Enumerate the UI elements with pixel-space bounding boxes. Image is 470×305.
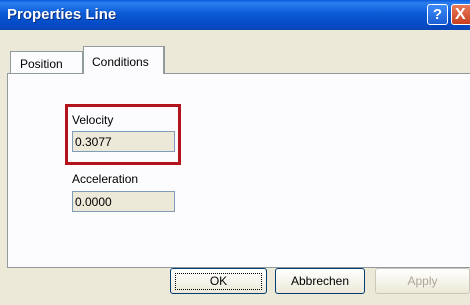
apply-button[interactable]: Apply [375, 268, 470, 294]
window-title: Properties Line [7, 6, 117, 23]
close-icon: X [455, 6, 466, 23]
help-button[interactable]: ? [427, 4, 448, 25]
tab-position[interactable]: Position [10, 51, 83, 73]
ok-button-label: OK [174, 273, 263, 290]
title-bar[interactable]: Properties Line ? X [0, 0, 470, 30]
tab-strip: Position Conditions [0, 36, 470, 76]
tab-conditions[interactable]: Conditions [83, 46, 165, 74]
close-button[interactable]: X [451, 4, 470, 25]
ok-button[interactable]: OK [170, 268, 267, 294]
acceleration-field[interactable]: 0.0000 [72, 191, 175, 212]
cancel-button[interactable]: Abbrechen [275, 268, 365, 294]
properties-dialog: Properties Line ? X Position Conditions … [0, 0, 470, 305]
help-icon: ? [432, 6, 443, 23]
acceleration-label: Acceleration [72, 172, 139, 186]
tab-panel-conditions [7, 73, 470, 268]
velocity-field[interactable]: 0.3077 [72, 131, 175, 152]
velocity-label: Velocity [72, 113, 114, 127]
